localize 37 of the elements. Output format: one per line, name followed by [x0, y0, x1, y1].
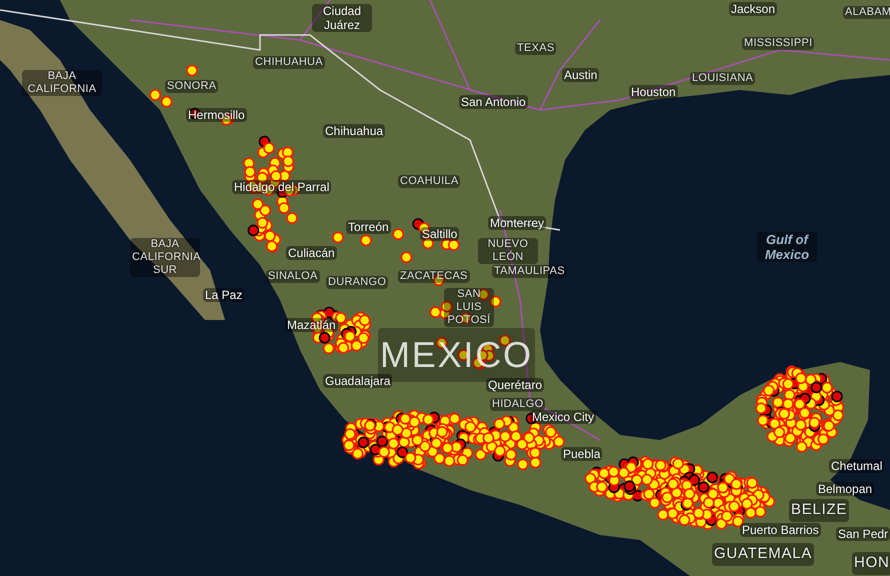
map-label: HON	[852, 552, 890, 574]
map-label: Mexico City	[530, 410, 596, 424]
map-label: SINALOA	[266, 270, 320, 283]
map-label: Mazatlán	[285, 318, 338, 332]
map-label: BAJA CALIFORNIA	[22, 70, 102, 96]
map-label: San Pedr	[836, 527, 890, 541]
map-label: HIDALGO	[490, 398, 546, 411]
map-label: Austin	[562, 68, 600, 82]
map-label: NUEVO LEÓN	[478, 238, 538, 264]
map-label: Chihuahua	[323, 124, 386, 138]
map-label: San Antonio	[459, 95, 528, 109]
map-label: SAN LUIS POTOSÍ	[444, 288, 494, 327]
map-label: Hermosillo	[186, 108, 247, 122]
map-label: Belmopan	[816, 482, 874, 496]
map-label: BAJA CALIFORNIA SUR	[130, 238, 200, 277]
map-label: GUATEMALA	[712, 543, 814, 566]
map-label: TAMAULIPAS	[492, 265, 567, 278]
map-label: COAHUILA	[398, 175, 460, 188]
map-label: Querétaro	[486, 378, 544, 392]
map-label: SONORA	[165, 80, 218, 93]
map-label: BELIZE	[789, 499, 850, 522]
map-label: Guadalajara	[323, 374, 392, 388]
map-label: Puebla	[561, 447, 602, 461]
map-label: ALABAM	[843, 6, 890, 19]
map-label: Jackson	[729, 2, 778, 16]
map-label: La Paz	[203, 288, 244, 302]
map-label: Gulf of Mexico	[757, 232, 817, 262]
map-label: Houston	[629, 85, 678, 99]
map-label: Ciudad Juárez	[312, 4, 372, 32]
map-label: ZACATECAS	[398, 270, 470, 283]
map-label: Saltillo	[420, 227, 460, 241]
map-label: LOUISIANA	[690, 72, 756, 85]
map-label: Torreón	[346, 220, 391, 234]
map-label: Monterrey	[488, 216, 546, 230]
map-label: CHIHUAHUA	[253, 56, 325, 69]
map-label: Puerto Barrios	[740, 523, 821, 537]
map-label: Culiacán	[286, 246, 337, 260]
